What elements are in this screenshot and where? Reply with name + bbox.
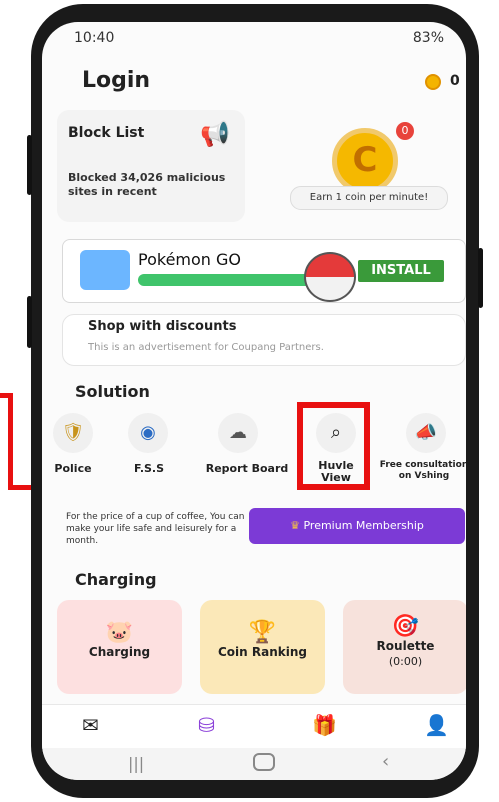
pokeball-icon: [304, 252, 356, 302]
trophy-icon: 🏆: [248, 620, 277, 645]
solution-item-report-board[interactable]: Report Board: [194, 462, 300, 475]
ad-progress-bar: [138, 274, 332, 286]
system-nav-bar: ||| ‹: [42, 748, 466, 780]
megaphone-icon: 📢: [200, 120, 230, 148]
mail-icon[interactable]: ✉: [82, 713, 99, 737]
roulette-tile[interactable]: 🎯 Roulette (0:00): [343, 600, 466, 694]
shop-subtitle: This is an advertisement for Coupang Par…: [88, 342, 324, 353]
earn-coin-label[interactable]: Earn 1 coin per minute!: [290, 186, 448, 210]
charging-tile-label: Charging: [88, 645, 151, 659]
page-title: Login: [82, 68, 151, 93]
coin-icon: [425, 74, 441, 90]
home-icon[interactable]: [253, 753, 275, 771]
fss-emblem-icon[interactable]: ◉: [128, 413, 168, 453]
annotation-line-left: [8, 393, 13, 488]
shop-title: Shop with discounts: [88, 319, 237, 334]
solution-title: Solution: [75, 382, 150, 401]
gift-icon[interactable]: 🎁: [312, 713, 337, 737]
piggy-bank-icon: 🐷: [105, 620, 134, 645]
report-board-icon[interactable]: ☁: [218, 413, 258, 453]
charging-tile[interactable]: 🐷 Charging: [57, 600, 182, 694]
side-button-left-1: [27, 135, 32, 195]
charging-title: Charging: [75, 570, 157, 589]
side-button-left-2: [27, 296, 32, 348]
recents-icon[interactable]: |||: [128, 754, 144, 773]
block-list-text: Blocked 34,026 malicious sites in recent: [68, 171, 226, 198]
status-bar: 10:40 83%: [74, 30, 444, 48]
status-battery: 83%: [412, 30, 444, 46]
crown-icon: ♛: [290, 519, 300, 532]
police-emblem-icon[interactable]: 🛡: [53, 413, 93, 453]
premium-label: Premium Membership: [303, 519, 424, 532]
coin-count: 0: [450, 73, 460, 89]
highlight-box: [297, 402, 370, 490]
premium-membership-button[interactable]: ♛ Premium Membership: [249, 508, 465, 544]
profile-icon[interactable]: 👤: [424, 713, 449, 737]
solution-item-free-consultation[interactable]: Free consultation on Vshing: [372, 460, 466, 482]
hand-coin-icon[interactable]: ⛁: [198, 713, 215, 737]
side-button-right: [478, 248, 483, 308]
solution-item-fss[interactable]: F.S.S: [118, 462, 180, 475]
app-icon: [80, 250, 130, 290]
status-time: 10:40: [74, 30, 115, 46]
coin-button[interactable]: C: [332, 128, 398, 194]
coin-ranking-tile[interactable]: 🏆 Coin Ranking: [200, 600, 325, 694]
solution-item-police[interactable]: Police: [42, 462, 104, 475]
target-icon: 🎯: [391, 614, 420, 639]
phone-screen: 10:40 83% Login 0 Block List 📢 Blocked 3…: [42, 22, 466, 780]
bottom-nav: ✉ ⛁ 🎁 👤: [42, 704, 466, 749]
megaphone-icon[interactable]: 📣: [406, 413, 446, 453]
premium-note: For the price of a cup of coffee, You ca…: [66, 512, 245, 546]
back-icon[interactable]: ‹: [382, 751, 389, 772]
ad-app-name: Pokémon GO: [138, 250, 241, 269]
roulette-timer: (0:00): [388, 655, 423, 668]
coin-badge: 0: [396, 122, 414, 140]
block-list-title: Block List: [68, 125, 145, 141]
roulette-label: Roulette: [376, 639, 435, 653]
install-button[interactable]: INSTALL: [358, 260, 444, 282]
coin-ranking-label: Coin Ranking: [218, 645, 307, 659]
